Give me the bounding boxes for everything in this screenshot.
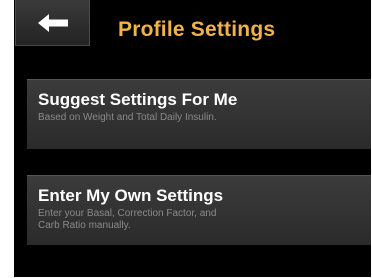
option-description: Based on Weight and Total Daily Insulin. — [38, 112, 217, 123]
left-arrow-icon — [37, 13, 68, 32]
device-screen: Profile Settings Suggest Settings For Me… — [14, 0, 371, 277]
option-title: Enter My Own Settings — [38, 186, 224, 205]
option-title: Suggest Settings For Me — [38, 90, 238, 109]
option-description: Enter your Basal, Correction Factor, and… — [38, 208, 217, 231]
page-title: Profile Settings — [118, 18, 276, 41]
suggest-settings-button[interactable]: Suggest Settings For Me Based on Weight … — [27, 79, 371, 149]
back-button[interactable] — [15, 0, 90, 46]
enter-own-settings-button[interactable]: Enter My Own Settings Enter your Basal, … — [27, 175, 371, 245]
